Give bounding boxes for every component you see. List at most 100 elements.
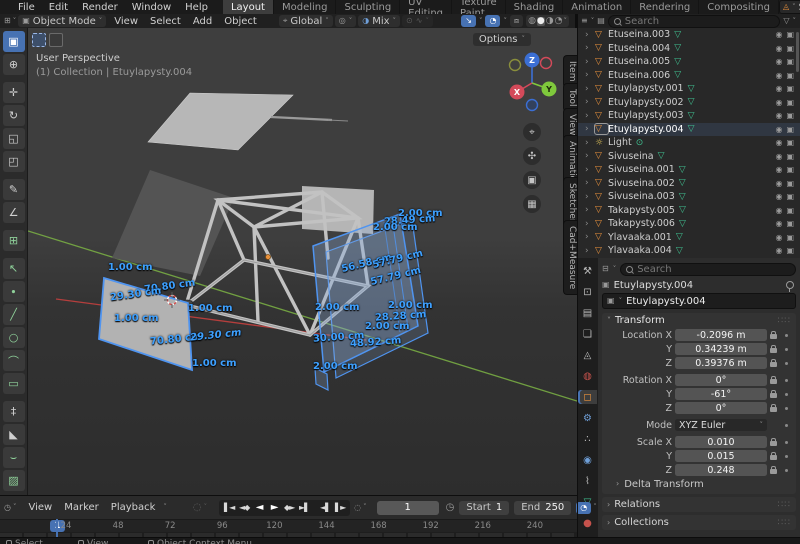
expand-icon[interactable]: › xyxy=(585,97,595,107)
tool-add-rectangle[interactable]: ▭ xyxy=(3,373,25,394)
tool-transform[interactable]: ◰ xyxy=(3,151,25,172)
timeline-ruler[interactable]: 1 24487296120144168192216240 xyxy=(0,519,577,532)
proportional-toggle[interactable]: ◔ xyxy=(485,15,500,27)
outliner-item-etuseina.006[interactable]: ›▽Etuseina.006▽◉▣ xyxy=(577,69,800,83)
workspace-tab-uv-editing[interactable]: UV Editing xyxy=(400,0,452,14)
roof-panel-object[interactable] xyxy=(148,93,293,150)
chevron-down-icon[interactable]: ˅ xyxy=(564,18,568,25)
workspace-tab-animation[interactable]: Animation xyxy=(563,0,631,14)
outliner-item-etuylapysty.001[interactable]: ›▽Etuylapysty.001▽◉▣ xyxy=(577,82,800,96)
value-field[interactable]: 0° xyxy=(675,374,767,386)
snap-toggle[interactable]: ↘ xyxy=(461,15,476,27)
chevron-down-icon[interactable]: ˅ xyxy=(503,18,507,25)
current-frame-field[interactable]: 1 xyxy=(377,501,439,515)
hide-eye-icon[interactable]: ◉ xyxy=(775,138,782,147)
render-visibility-icon[interactable]: ▣ xyxy=(786,152,794,161)
tool-add-line[interactable]: ╱ xyxy=(3,304,25,325)
shading-rendered-icon[interactable]: ◔ xyxy=(555,17,563,26)
workspace-tab-sculpting[interactable]: Sculpting xyxy=(336,0,400,14)
value-field[interactable]: 0.248 xyxy=(675,464,767,476)
scene-selector[interactable]: ◬ ˅ Scene ∗ ⊡ ✕ xyxy=(779,0,800,14)
outliner-item-etuylapysty.004[interactable]: ›▽Etuylapysty.004▽◉▣ xyxy=(577,123,800,137)
render-visibility-icon[interactable]: ▣ xyxy=(786,44,794,53)
tool-constraint-pin[interactable]: ‡ xyxy=(3,401,25,422)
value-field[interactable]: 0.34239 m xyxy=(675,343,767,355)
render-visibility-icon[interactable]: ▣ xyxy=(786,98,794,107)
tool-scale[interactable]: ◱ xyxy=(3,128,25,149)
hide-eye-icon[interactable]: ◉ xyxy=(775,165,782,174)
editor-type-icon[interactable]: ⊟ xyxy=(602,265,609,273)
jump-start-button[interactable]: ▌◄ xyxy=(222,501,236,515)
navigation-gizmo[interactable]: Z Y X xyxy=(501,52,563,116)
outliner-item-ylavaaka.001[interactable]: ›▽Ylavaaka.001▽◉▣ xyxy=(577,231,800,245)
next-keyframe-button[interactable]: ◆► xyxy=(282,501,296,515)
properties-tab-particles[interactable]: ∴ xyxy=(578,432,597,446)
options-button[interactable]: Options ˅ xyxy=(473,33,531,46)
expand-icon[interactable]: › xyxy=(585,138,595,148)
value-field[interactable]: 0.010 xyxy=(675,436,767,448)
render-visibility-icon[interactable]: ▣ xyxy=(786,206,794,215)
hide-eye-icon[interactable]: ◉ xyxy=(775,233,782,242)
hide-eye-icon[interactable]: ◉ xyxy=(775,44,782,53)
timeline-menu-view[interactable]: View xyxy=(22,502,58,513)
lock-icon[interactable] xyxy=(770,348,777,353)
gizmo-neg-y[interactable] xyxy=(510,60,521,71)
render-visibility-icon[interactable]: ▣ xyxy=(786,71,794,80)
expand-icon[interactable]: › xyxy=(585,219,595,229)
expand-icon[interactable]: › xyxy=(585,70,595,80)
keying-popover-button[interactable]: ◔ xyxy=(576,502,591,514)
hide-eye-icon[interactable]: ◉ xyxy=(775,111,782,120)
animate-dot-icon[interactable] xyxy=(785,469,788,472)
outliner-item-sivuseina.003[interactable]: ›▽Sivuseina.003▽◉▣ xyxy=(577,190,800,204)
autokey-icon[interactable]: ◌ xyxy=(193,503,202,513)
expand-icon[interactable]: › xyxy=(585,111,595,121)
mode-dropdown[interactable]: ▣ Object Mode ˅ xyxy=(18,15,106,27)
expand-icon[interactable]: › xyxy=(585,232,595,242)
mode-dropdown[interactable]: XYZ Euler˅ xyxy=(675,419,767,431)
frame-back-button[interactable]: ◄▌ xyxy=(318,501,332,515)
tool-add-circle[interactable]: ○ xyxy=(3,327,25,348)
hide-eye-icon[interactable]: ◉ xyxy=(775,125,782,134)
lock-icon[interactable] xyxy=(770,441,777,446)
orientation-dropdown[interactable]: ⌖ Global ˅ xyxy=(279,15,333,27)
transform-panel-header[interactable]: ˅ Transform ∷∷ xyxy=(602,313,796,328)
filter-icon[interactable]: ▽ xyxy=(783,17,789,25)
gizmo-neg-z[interactable] xyxy=(527,100,538,111)
properties-tab-output[interactable]: ▤ xyxy=(578,306,597,320)
properties-tab-object[interactable]: ◻ xyxy=(578,390,597,404)
expand-icon[interactable]: › xyxy=(585,178,595,188)
tool-select-box[interactable]: ▣ xyxy=(3,31,25,52)
animate-dot-icon[interactable] xyxy=(785,455,788,458)
ortho-toggle-button[interactable]: ▦ xyxy=(523,195,541,213)
collection-filter-icon[interactable]: ▤ xyxy=(597,17,605,25)
render-visibility-icon[interactable]: ▣ xyxy=(786,138,794,147)
object-name-field[interactable]: ▣ ˅ Etuylapysty.004 xyxy=(602,293,796,309)
properties-tab-physics[interactable]: ◉ xyxy=(578,453,597,467)
viewport-3d[interactable]: 1.00 cm70.80 cm29.30 cm1.00 cm1.00 cm70.… xyxy=(28,28,577,495)
grip-icon[interactable]: ∷∷ xyxy=(778,316,791,326)
render-visibility-icon[interactable]: ▣ xyxy=(786,111,794,120)
animate-dot-icon[interactable] xyxy=(785,348,788,351)
relations-panel[interactable]: › Relations ∷∷ xyxy=(602,497,796,512)
properties-tab-constraints[interactable]: ⌇ xyxy=(578,474,597,488)
outliner-item-etuseina.003[interactable]: ›▽Etuseina.003▽◉▣ xyxy=(577,28,800,42)
lock-icon[interactable] xyxy=(770,379,777,384)
tool-move[interactable]: ✛ xyxy=(3,82,25,103)
render-visibility-icon[interactable]: ▣ xyxy=(786,192,794,201)
render-visibility-icon[interactable]: ▣ xyxy=(786,233,794,242)
play-reverse-button[interactable]: ◄ xyxy=(252,501,266,515)
tool-hatch[interactable]: ▨ xyxy=(3,470,25,491)
properties-search-input[interactable]: Search xyxy=(620,263,796,276)
lock-icon[interactable] xyxy=(770,407,777,412)
timeline-menu-playback[interactable]: Playback xyxy=(105,502,162,513)
mix-dropdown[interactable]: ◑ Mix ˅ xyxy=(358,15,400,27)
panel-splitter[interactable] xyxy=(577,14,578,537)
shading-solid-icon[interactable]: ● xyxy=(537,17,545,26)
windshield-panel-object[interactable] xyxy=(112,170,234,276)
animate-dot-icon[interactable] xyxy=(785,334,788,337)
tool-add-arc[interactable]: ⌒ xyxy=(3,350,25,371)
overlays-toggle[interactable]: ⧈ xyxy=(510,15,523,27)
outliner-item-takapysty.005[interactable]: ›▽Takapysty.005▽◉▣ xyxy=(577,204,800,218)
display-mode-icon[interactable]: ≡ xyxy=(581,17,588,25)
outliner-item-etuylapysty.003[interactable]: ›▽Etuylapysty.003▽◉▣ xyxy=(577,109,800,123)
